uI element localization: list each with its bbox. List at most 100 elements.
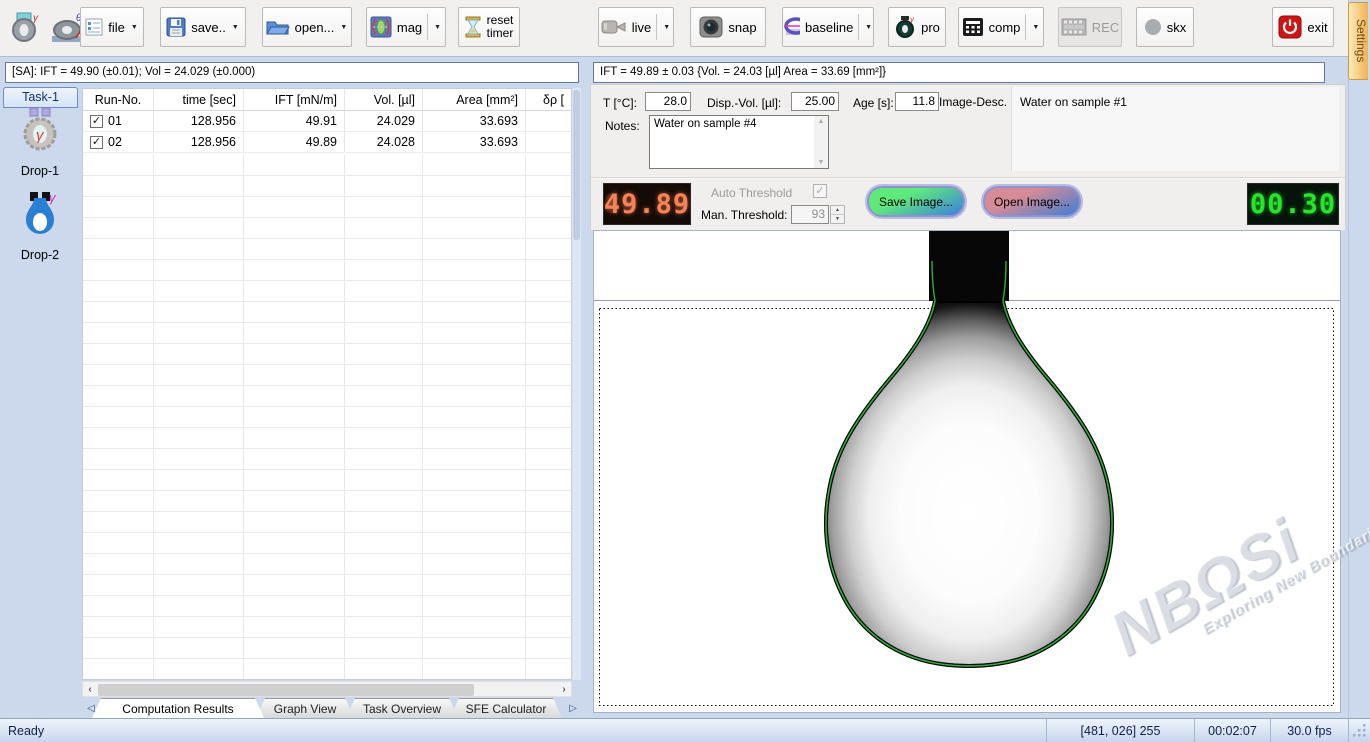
cell-vol: 24.029 <box>345 111 423 131</box>
save-dropdown-arrow-icon[interactable]: ▼ <box>231 24 240 31</box>
tab-graph-view[interactable]: Graph View <box>256 698 354 718</box>
resize-grip[interactable] <box>1348 719 1370 742</box>
notes-textarea[interactable]: Water on sample #4 ▲ ▼ <box>649 115 829 169</box>
skx-button[interactable]: skx <box>1136 7 1194 47</box>
table-row[interactable]: ✓01 128.956 49.91 24.029 33.693 <box>83 111 571 132</box>
sidebar-item-drop-1[interactable]: γ Drop-1 <box>0 106 80 178</box>
video-camera-icon <box>601 19 627 35</box>
ift-led-display: 88.88 49.89 <box>603 183 691 225</box>
skx-button-label: skx <box>1167 20 1187 35</box>
drop-2-icon: γ <box>18 190 62 244</box>
mag-separator <box>427 14 428 40</box>
pendant-drop-gamma-icon: γ <box>8 12 42 44</box>
status-ready: Ready <box>0 724 1046 738</box>
horizontal-scrollbar-thumb[interactable] <box>98 684 474 696</box>
tab-computation-results[interactable]: Computation Results <box>92 698 264 718</box>
needle <box>929 231 1009 301</box>
left-result-status: [SA]: IFT = 49.90 (±0.01); Vol = 24.029 … <box>5 62 579 83</box>
bottom-tab-bar: ◁ Computation Results Graph View Task Ov… <box>82 698 582 718</box>
spinner-down-icon[interactable]: ▼ <box>831 215 844 223</box>
snap-button[interactable]: snap <box>690 7 766 47</box>
resize-grip-icon <box>1353 724 1367 738</box>
toolbar: γ θ file ▼ save.. ▼ <box>0 0 1348 57</box>
col-header-time: time [sec] <box>154 89 244 110</box>
scroll-right-arrow-icon[interactable]: › <box>557 684 571 695</box>
man-threshold-spinner[interactable]: ▲ ▼ <box>830 205 845 224</box>
drop-1-icon: γ <box>18 106 62 160</box>
row-checkbox[interactable]: ✓ <box>90 115 103 128</box>
exit-button[interactable]: exit <box>1272 7 1334 47</box>
status-fps: 30.0 fps <box>1270 719 1348 742</box>
notes-label: Notes: <box>605 119 640 133</box>
calculator-icon <box>962 17 984 37</box>
comp-dropdown-arrow-icon[interactable]: ▼ <box>1031 24 1040 31</box>
notes-scroll-up-icon[interactable]: ▲ <box>818 118 825 125</box>
svg-text:γ: γ <box>49 190 57 205</box>
open-folder-icon <box>266 18 290 36</box>
drop-1-label: Drop-1 <box>0 164 80 178</box>
table-row[interactable]: ✓02 128.956 49.89 24.028 33.693 <box>83 132 571 153</box>
tab-sfe-calculator[interactable]: SFE Calculator <box>450 698 562 718</box>
temperature-field[interactable]: 28.0 <box>645 92 691 111</box>
baseline-icon <box>783 17 800 37</box>
live-button[interactable]: live ▼ <box>598 7 674 47</box>
sidebar-item-drop-2[interactable]: γ Drop-2 <box>0 190 80 262</box>
reset-timer-label: resettimer <box>487 14 514 40</box>
cell-run: 02 <box>108 135 122 149</box>
disp-vol-label: Disp.-Vol. [µl]: <box>707 96 781 110</box>
vertical-scrollbar-thumb[interactable] <box>573 90 580 240</box>
baseline-button[interactable]: baseline ▼ <box>782 7 874 47</box>
save-button[interactable]: save.. ▼ <box>160 7 246 47</box>
task-tab[interactable]: Task-1 <box>3 87 78 108</box>
right-result-status: IFT = 49.89 ± 0.03 {Vol. = 24.03 [µl] Ar… <box>593 62 1325 83</box>
open-dropdown-arrow-icon[interactable]: ▼ <box>339 24 348 31</box>
table-header-row: Run-No. time [sec] IFT [mN/m] Vol. [µl] … <box>83 89 571 111</box>
settings-tab[interactable]: Settings <box>1348 2 1368 80</box>
reset-timer-button[interactable]: resettimer <box>458 7 520 47</box>
hourglass-icon <box>465 16 481 38</box>
status-bar: Ready [481, 026] 255 00:02:07 30.0 fps <box>0 718 1370 742</box>
app-logo-icons: γ θ <box>8 12 88 44</box>
save-image-button[interactable]: Save Image... <box>867 186 965 217</box>
pendant-drop-image <box>594 231 1340 712</box>
auto-threshold-label: Auto Threshold <box>711 186 792 200</box>
row-checkbox[interactable]: ✓ <box>90 136 103 149</box>
cell-area: 33.693 <box>423 111 526 131</box>
scroll-left-arrow-icon[interactable]: ‹ <box>83 684 97 695</box>
live-dropdown-arrow-icon[interactable]: ▼ <box>662 24 671 31</box>
cell-drho <box>526 132 571 152</box>
man-threshold-field[interactable]: 93 <box>791 205 829 224</box>
spinner-up-icon[interactable]: ▲ <box>831 206 844 215</box>
notes-text: Water on sample #4 <box>654 118 812 130</box>
baseline-dropdown-arrow-icon[interactable]: ▼ <box>864 24 873 31</box>
auto-threshold-checkbox[interactable]: ✓ <box>813 184 827 198</box>
mag-dropdown-arrow-icon[interactable]: ▼ <box>433 24 442 31</box>
pro-drop-icon: γ <box>894 16 916 38</box>
file-button[interactable]: file ▼ <box>80 7 144 47</box>
mag-button[interactable]: mag ▼ <box>366 7 446 47</box>
age-label: Age [s]: <box>853 96 894 110</box>
svg-text:γ: γ <box>33 13 39 24</box>
tab-task-overview[interactable]: Task Overview <box>346 698 458 718</box>
disp-vol-field[interactable]: 25.00 <box>791 92 839 111</box>
exit-button-label: exit <box>1307 20 1327 35</box>
table-vertical-scrollbar[interactable] <box>572 88 581 680</box>
settings-strip <box>1348 0 1370 742</box>
notes-scrollbar[interactable]: ▲ ▼ <box>814 116 828 168</box>
svg-text:γ: γ <box>910 16 915 24</box>
comp-separator <box>1025 14 1026 40</box>
pro-button-label: pro <box>921 20 940 35</box>
table-horizontal-scrollbar[interactable]: ‹ › <box>82 681 572 697</box>
open-button[interactable]: open... ▼ <box>262 7 352 47</box>
file-button-label: file <box>108 20 125 35</box>
magnification-icon <box>370 16 392 38</box>
notes-scroll-down-icon[interactable]: ▼ <box>818 159 825 166</box>
camera-lens-icon <box>699 16 723 38</box>
tab-next-arrow-icon[interactable]: ▷ <box>564 698 582 718</box>
pro-button[interactable]: γ pro <box>888 7 946 47</box>
comp-button[interactable]: comp ▼ <box>958 7 1044 47</box>
open-image-button[interactable]: Open Image... <box>983 186 1081 217</box>
image-desc-value-area[interactable]: Water on sample #1 <box>1012 87 1339 171</box>
file-dropdown-arrow-icon[interactable]: ▼ <box>130 24 139 31</box>
live-separator <box>656 14 657 40</box>
